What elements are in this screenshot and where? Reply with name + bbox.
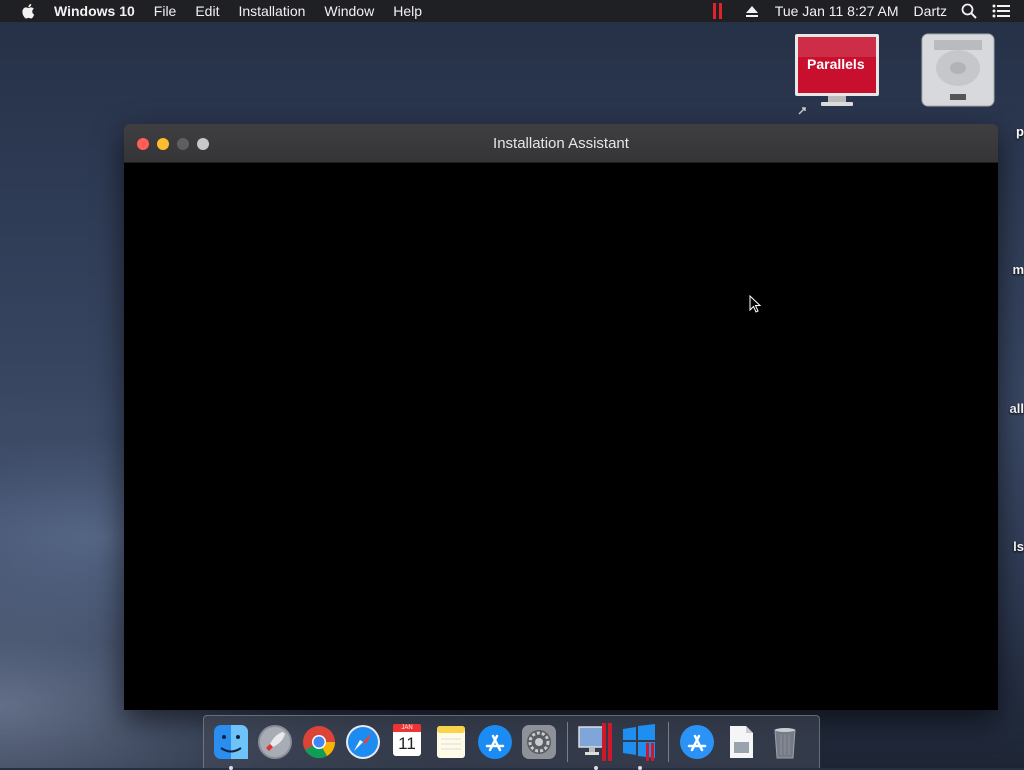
app-store-folder-icon xyxy=(680,725,714,759)
parallels-badge-label: Parallels xyxy=(807,56,865,72)
dock-launchpad[interactable] xyxy=(255,722,295,762)
notes-icon xyxy=(437,726,465,758)
windows-logo-icon xyxy=(623,724,655,761)
hard-drive-icon[interactable] xyxy=(920,32,996,110)
desktop-edge-label-4: ls xyxy=(1013,539,1024,554)
dock-chrome[interactable] xyxy=(299,722,339,762)
zoom-button[interactable] xyxy=(177,138,189,150)
safari-compass-icon xyxy=(346,725,380,759)
parallels-monitor-icon xyxy=(578,723,612,761)
window-content-area[interactable] xyxy=(124,163,998,710)
dock-app-store[interactable] xyxy=(475,722,515,762)
spotlight-search-icon[interactable] xyxy=(961,3,977,19)
gear-icon xyxy=(522,725,556,759)
desktop-edge-label-2: m xyxy=(1012,262,1024,277)
menu-bar: Windows 10 File Edit Installation Window… xyxy=(0,0,1024,22)
menu-edit[interactable]: Edit xyxy=(195,3,219,19)
dock-notes[interactable] xyxy=(431,722,471,762)
chrome-icon xyxy=(303,726,336,759)
menu-window[interactable]: Window xyxy=(324,3,374,19)
dock-safari[interactable] xyxy=(343,722,383,762)
menubar-username[interactable]: Dartz xyxy=(914,3,947,19)
mouse-cursor-icon xyxy=(749,295,761,313)
calendar-month: JAN xyxy=(393,724,421,732)
desktop-edge-label-1: p xyxy=(1016,124,1024,139)
dock-separator xyxy=(567,722,568,762)
minimize-button[interactable] xyxy=(157,138,169,150)
parallels-status-icon[interactable] xyxy=(712,3,725,19)
window-title: Installation Assistant xyxy=(493,134,629,152)
menu-app-name[interactable]: Windows 10 xyxy=(54,3,135,19)
parallels-desktop-icon[interactable]: Parallels xyxy=(795,34,880,116)
dock-calendar[interactable]: JAN 11 xyxy=(387,722,427,762)
eject-icon[interactable] xyxy=(745,5,759,18)
dock-finder[interactable] xyxy=(211,722,251,770)
app-store-icon xyxy=(478,725,512,759)
close-button[interactable] xyxy=(137,138,149,150)
trash-icon xyxy=(774,728,796,759)
document-icon xyxy=(730,726,753,758)
menu-installation[interactable]: Installation xyxy=(238,3,305,19)
dock-system-preferences[interactable] xyxy=(519,722,559,762)
dock-parallels-control-center[interactable] xyxy=(576,722,616,770)
apple-menu-icon[interactable] xyxy=(19,3,39,19)
menu-file[interactable]: File xyxy=(154,3,177,19)
dock-app-store-downloads[interactable] xyxy=(677,722,717,762)
dock-windows-10-vm[interactable] xyxy=(620,722,660,770)
menu-help[interactable]: Help xyxy=(393,3,422,19)
dock-trash[interactable] xyxy=(765,722,805,762)
desktop-edge-label-3: all xyxy=(1009,401,1024,416)
notification-center-icon[interactable] xyxy=(992,4,1010,18)
finder-icon xyxy=(214,725,248,759)
dock: JAN 11 xyxy=(203,715,820,770)
installation-assistant-window: Installation Assistant xyxy=(124,124,998,710)
window-titlebar[interactable]: Installation Assistant xyxy=(124,124,998,163)
fullscreen-button[interactable] xyxy=(197,138,209,150)
menubar-clock[interactable]: Tue Jan 11 8:27 AM xyxy=(775,3,899,19)
dock-separator-2 xyxy=(668,722,669,762)
dock-document[interactable] xyxy=(721,722,761,762)
launchpad-rocket-icon xyxy=(258,725,292,759)
calendar-day: 11 xyxy=(393,732,421,756)
